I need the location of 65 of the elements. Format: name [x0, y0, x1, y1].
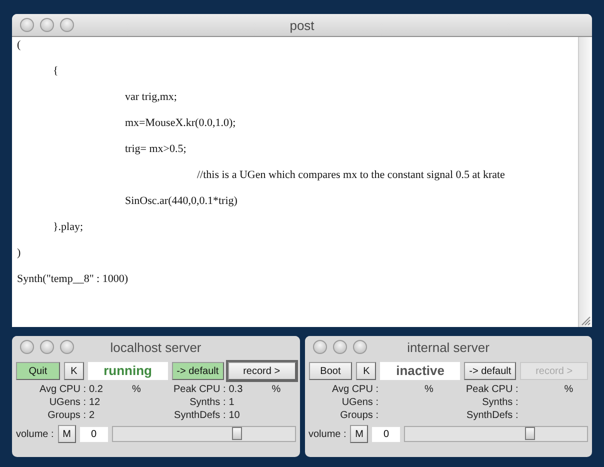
code-line: var trig,mx;: [124, 91, 177, 103]
window-title: internal server: [407, 340, 490, 354]
volume-slider[interactable]: [404, 426, 588, 442]
stat-unit: %: [272, 384, 281, 395]
volume-label: volume :: [16, 428, 54, 440]
window-control-icon[interactable]: [352, 340, 366, 354]
code-line: ): [17, 247, 21, 259]
volume-field[interactable]: 0: [80, 426, 108, 442]
stat-label: SynthDefs :: [173, 410, 226, 421]
server-status: running: [88, 362, 168, 380]
mute-button[interactable]: M: [350, 425, 368, 443]
boot-button[interactable]: Boot: [308, 362, 352, 380]
stat-label: Synths :: [188, 397, 226, 408]
stat-value: 10: [228, 410, 240, 421]
window-control-icon[interactable]: [332, 340, 346, 354]
code-line: (: [17, 39, 21, 51]
kill-button[interactable]: K: [64, 362, 84, 380]
window-control-icon[interactable]: [40, 18, 54, 32]
record-button[interactable]: record >: [228, 362, 296, 380]
window-control-icon[interactable]: [20, 18, 34, 32]
kill-button[interactable]: K: [356, 362, 376, 380]
window-control-icon[interactable]: [312, 340, 326, 354]
stat-value: 12: [89, 397, 100, 408]
code-line: mx=MouseX.kr(0.0,1.0);: [124, 117, 236, 129]
window-control-icon[interactable]: [60, 340, 74, 354]
volume-slider[interactable]: [112, 426, 296, 442]
window-title: post: [290, 18, 314, 32]
window-title: localhost server: [110, 340, 202, 354]
code-line: SinOsc.ar(440,0,0.1*trig): [124, 195, 238, 207]
stat-label: SynthDefs :: [466, 410, 518, 421]
slider-thumb[interactable]: [524, 427, 535, 440]
stat-value: 0.2: [89, 384, 103, 395]
stat-label: Peak CPU :: [172, 384, 226, 395]
stat-value: 2: [89, 410, 95, 421]
stat-unit: %: [424, 384, 434, 395]
stat-unit: %: [564, 384, 574, 395]
default-button[interactable]: -> default: [464, 362, 516, 380]
window-control-icon[interactable]: [20, 340, 34, 354]
stat-label: Synths :: [481, 397, 518, 408]
stat-unit: %: [132, 384, 141, 395]
stat-label: Avg CPU :: [331, 384, 378, 395]
resize-grip-icon[interactable]: [581, 316, 591, 326]
slider-thumb[interactable]: [232, 427, 242, 440]
code-line: trig= mx>0.5;: [124, 143, 186, 155]
volume-field[interactable]: 0: [372, 426, 400, 442]
code-line: Synth("temp__8" : 1000): [17, 273, 128, 285]
stat-label: Groups :: [339, 410, 378, 421]
volume-label: volume :: [308, 428, 346, 440]
stat-label: Peak CPU :: [465, 384, 518, 395]
stat-label: UGens :: [48, 397, 86, 408]
stat-label: UGens :: [340, 397, 378, 408]
stat-label: Groups :: [46, 410, 86, 421]
server-status: inactive: [380, 362, 460, 380]
stat-value: 1: [228, 397, 234, 408]
stat-value: 0.3: [228, 384, 243, 395]
stat-label: Avg CPU :: [38, 384, 86, 395]
scrollbar[interactable]: [578, 37, 592, 327]
code-line: {: [52, 65, 58, 77]
code-line: }.play;: [52, 221, 84, 233]
code-line: //this is a UGen which compares mx to the constant signal 0.5 at krate: [196, 169, 505, 181]
boot-button[interactable]: Quit: [16, 362, 60, 380]
default-button[interactable]: -> default: [172, 362, 224, 380]
window-control-icon[interactable]: [40, 340, 54, 354]
window-control-icon[interactable]: [60, 18, 74, 32]
mute-button[interactable]: M: [58, 425, 76, 443]
